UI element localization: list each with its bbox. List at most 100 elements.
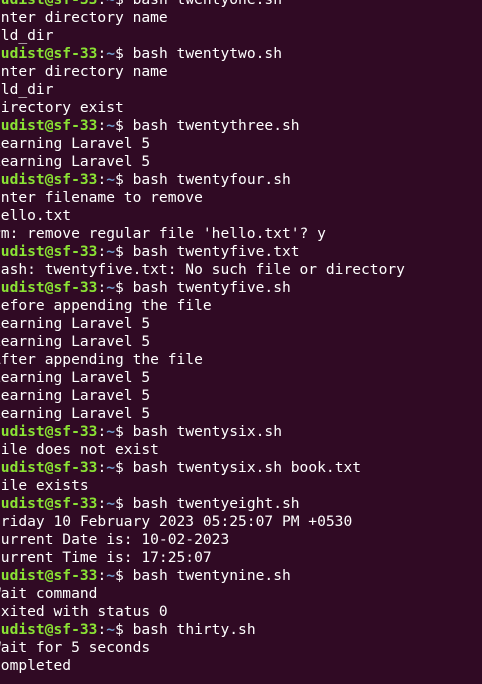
prompt-line: audist@sf-33:~$ bash twentyone.sh — [0, 0, 405, 9]
output-line: rm: remove regular file 'hello.txt'? y — [0, 225, 405, 243]
output-text: Learning Laravel 5 — [0, 387, 151, 404]
output-text: Current Date is: 10-02-2023 — [0, 531, 230, 548]
prompt-colon: : — [97, 243, 107, 260]
prompt-user-host: audist@sf-33 — [0, 0, 97, 8]
output-text: Directory exist — [0, 99, 124, 116]
output-line: Current Date is: 10-02-2023 — [0, 531, 405, 549]
output-line: Learning Laravel 5 — [0, 135, 405, 153]
prompt-path: ~ — [106, 423, 116, 440]
command-text: bash twentyfive.sh — [132, 279, 291, 296]
prompt-line: audist@sf-33:~$ bash twentynine.sh — [0, 567, 405, 585]
command-text: bash twentynine.sh — [132, 567, 291, 584]
output-line: Enter directory name — [0, 9, 405, 27]
prompt-user-host: audist@sf-33 — [0, 423, 98, 440]
output-text: Learning Laravel 5 — [0, 135, 151, 152]
output-line: Directory exist — [0, 99, 405, 117]
prompt-path: ~ — [106, 567, 116, 584]
output-line: hello.txt — [0, 207, 405, 225]
output-line: After appending the file — [0, 351, 405, 369]
output-text: Learning Laravel 5 — [0, 333, 151, 350]
output-line: Enter filename to remove — [0, 189, 405, 207]
output-line: File exists — [0, 477, 405, 495]
output-text: bash: twentyfive.txt: No such file or di… — [0, 261, 405, 278]
prompt-path: ~ — [106, 171, 116, 188]
output-line: Enter directory name — [0, 63, 405, 81]
cursor-line — [0, 675, 405, 684]
output-text: Learning Laravel 5 — [0, 405, 151, 422]
prompt-colon: : — [97, 621, 107, 638]
cursor-indent — [0, 675, 62, 684]
prompt-colon: : — [97, 567, 107, 584]
command-text: bash twentyeight.sh — [132, 495, 300, 512]
prompt-symbol: $ — [115, 567, 133, 584]
command-text: bash twentyone.sh — [133, 0, 282, 8]
output-text: Enter directory name — [0, 9, 168, 26]
prompt-line: audist@sf-33:~$ bash twentythree.sh — [0, 117, 405, 135]
prompt-line: audist@sf-33:~$ bash twentysix.sh — [0, 423, 405, 441]
command-text: bash twentyfour.sh — [132, 171, 291, 188]
output-line: Completed — [0, 657, 405, 675]
output-line: Friday 10 February 2023 05:25:07 PM +053… — [0, 513, 405, 531]
prompt-symbol: $ — [115, 45, 133, 62]
prompt-symbol: $ — [115, 0, 133, 8]
terminal-output: audist@sf-33:~$ bash twentyone.shEnter d… — [0, 0, 405, 684]
command-text: bash thirty.sh — [132, 621, 256, 638]
output-line: Learning Laravel 5 — [0, 387, 405, 405]
prompt-user-host: audist@sf-33 — [0, 243, 98, 260]
output-text: File does not exist — [0, 441, 159, 458]
output-text: Before appending the file — [0, 297, 212, 314]
terminal-window[interactable]: audist@sf-33:~$ bash twentyone.shEnter d… — [0, 0, 482, 684]
prompt-colon: : — [97, 495, 107, 512]
command-text: bash twentysix.sh book.txt — [132, 459, 362, 476]
output-text: Exited with status 0 — [0, 603, 168, 620]
prompt-colon: : — [97, 171, 107, 188]
prompt-user-host: audist@sf-33 — [0, 459, 98, 476]
prompt-symbol: $ — [115, 171, 133, 188]
output-text: Enter directory name — [0, 63, 168, 80]
prompt-colon: : — [97, 459, 107, 476]
prompt-path: ~ — [106, 117, 116, 134]
output-text: Learning Laravel 5 — [0, 369, 151, 386]
prompt-symbol: $ — [115, 621, 133, 638]
prompt-line: audist@sf-33:~$ bash twentyfive.txt — [0, 243, 405, 261]
command-text: bash twentytwo.sh — [132, 45, 282, 62]
prompt-user-host: audist@sf-33 — [0, 567, 98, 584]
output-line: old_dir — [0, 81, 405, 99]
prompt-symbol: $ — [115, 243, 133, 260]
prompt-user-host: audist@sf-33 — [0, 117, 98, 134]
prompt-colon: : — [97, 45, 107, 62]
prompt-symbol: $ — [115, 459, 133, 476]
prompt-line: audist@sf-33:~$ bash twentysix.sh book.t… — [0, 459, 405, 477]
prompt-line: audist@sf-33:~$ bash twentyeight.sh — [0, 495, 405, 513]
output-line: Learning Laravel 5 — [0, 369, 405, 387]
prompt-user-host: audist@sf-33 — [0, 45, 98, 62]
prompt-path: ~ — [106, 45, 116, 62]
output-line: Learning Laravel 5 — [0, 333, 405, 351]
output-text: Enter filename to remove — [0, 189, 203, 206]
prompt-path: ~ — [106, 0, 115, 8]
prompt-colon: : — [97, 0, 106, 8]
prompt-symbol: $ — [115, 117, 133, 134]
output-text: Completed — [0, 657, 72, 674]
prompt-user-host: audist@sf-33 — [0, 621, 98, 638]
output-text: After appending the file — [0, 351, 203, 368]
output-text: hello.txt — [0, 207, 72, 224]
output-line: Exited with status 0 — [0, 603, 405, 621]
prompt-colon: : — [97, 117, 107, 134]
prompt-line: audist@sf-33:~$ bash thirty.sh — [0, 621, 405, 639]
prompt-path: ~ — [106, 621, 116, 638]
prompt-user-host: audist@sf-33 — [0, 279, 98, 296]
prompt-line: audist@sf-33:~$ bash twentytwo.sh — [0, 45, 405, 63]
output-text: Friday 10 February 2023 05:25:07 PM +053… — [0, 513, 353, 530]
output-line: bash: twentyfive.txt: No such file or di… — [0, 261, 405, 279]
command-text: bash twentythree.sh — [132, 117, 300, 134]
prompt-colon: : — [97, 423, 107, 440]
output-text: Wait for 5 seconds — [0, 639, 151, 656]
prompt-line: audist@sf-33:~$ bash twentyfive.sh — [0, 279, 405, 297]
output-text: old_dir — [0, 27, 54, 44]
output-line: Wait command — [0, 585, 405, 603]
output-line: Before appending the file — [0, 297, 405, 315]
prompt-path: ~ — [106, 459, 116, 476]
output-line: Current Time is: 17:25:07 — [0, 549, 405, 567]
prompt-line: audist@sf-33:~$ bash twentyfour.sh — [0, 171, 405, 189]
